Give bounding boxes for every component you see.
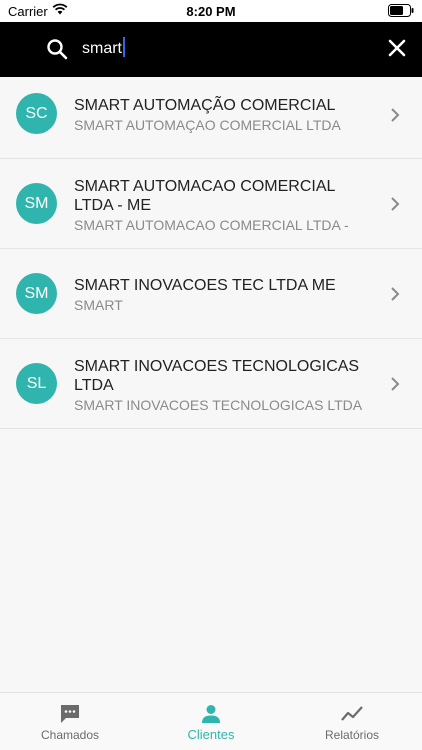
tab-label: Clientes — [187, 727, 235, 742]
list-item[interactable]: SC SMART AUTOMAÇÃO COMERCIAL SMART AUTOM… — [0, 77, 422, 159]
item-subtitle: SMART — [74, 297, 123, 313]
avatar-initials: SM — [24, 284, 49, 302]
search-icon[interactable] — [46, 38, 68, 65]
text-cursor — [123, 37, 125, 57]
client-results-list: SC SMART AUTOMAÇÃO COMERCIAL SMART AUTOM… — [0, 77, 422, 429]
avatar: SM — [16, 183, 57, 224]
item-title: SMART AUTOMAÇÃO COMERCIAL — [74, 97, 336, 114]
tab-label: Relatórios — [324, 728, 380, 742]
item-subtitle: SMART AUTOMAÇAO COMERCIAL LTDA — [74, 117, 341, 133]
chevron-right-icon — [390, 196, 400, 217]
item-subtitle: SMART INOVACOES TECNOLOGICAS LTDA — [74, 397, 363, 413]
item-title-line2: LTDA — [74, 377, 114, 394]
avatar: SL — [16, 363, 57, 404]
search-bar — [0, 22, 422, 77]
avatar: SC — [16, 93, 57, 134]
tab-clientes[interactable]: Clientes — [141, 693, 281, 750]
item-texts: SMART AUTOMAÇÃO COMERCIAL SMART AUTOMAÇA… — [74, 96, 382, 134]
tab-relatorios[interactable]: Relatórios — [282, 693, 422, 750]
person-icon — [141, 703, 281, 725]
item-texts: SMART INOVACOES TEC LTDA ME SMART — [74, 276, 382, 314]
item-texts: SMART INOVACOES TECNOLOGICAS LTDA SMART … — [74, 357, 382, 414]
bottom-tab-bar: Chamados Clientes Relatórios — [0, 692, 422, 750]
item-title-line2: LTDA - ME — [74, 197, 152, 214]
clock-time: 8:20 PM — [186, 4, 236, 19]
chat-bubble-icon — [0, 703, 140, 725]
battery-icon — [388, 4, 414, 20]
trending-line-icon — [282, 703, 422, 725]
status-bar: Carrier 8:20 PM — [0, 0, 422, 22]
list-item[interactable]: SL SMART INOVACOES TECNOLOGICAS LTDA SMA… — [0, 339, 422, 429]
item-title: SMART INOVACOES TEC LTDA ME — [74, 277, 336, 294]
chevron-right-icon — [390, 376, 400, 397]
list-item[interactable]: SM SMART AUTOMACAO COMERCIAL LTDA - ME S… — [0, 159, 422, 249]
item-subtitle: SMART AUTOMACAO COMERCIAL LTDA - — [74, 217, 349, 233]
avatar: SM — [16, 273, 57, 314]
avatar-initials: SC — [25, 104, 48, 122]
item-title-line1: SMART INOVACOES TECNOLOGICAS — [74, 358, 360, 375]
avatar-initials: SM — [24, 194, 49, 212]
item-title-line1: SMART AUTOMACAO COMERCIAL — [74, 178, 336, 195]
avatar-initials: SL — [26, 374, 47, 392]
close-icon[interactable] — [388, 39, 406, 62]
chevron-right-icon — [390, 286, 400, 307]
tab-chamados[interactable]: Chamados — [0, 693, 140, 750]
chevron-right-icon — [390, 107, 400, 128]
item-texts: SMART AUTOMACAO COMERCIAL LTDA - ME SMAR… — [74, 177, 382, 234]
list-item[interactable]: SM SMART INOVACOES TEC LTDA ME SMART — [0, 249, 422, 339]
tab-label: Chamados — [40, 728, 100, 742]
